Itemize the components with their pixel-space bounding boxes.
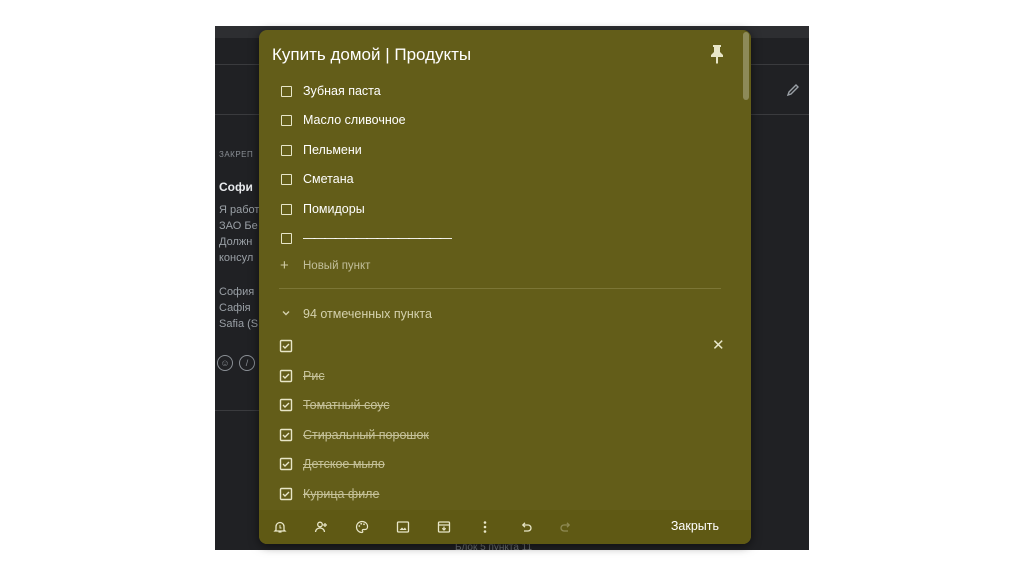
checked-list-item[interactable]: Стиральный порошок: [259, 422, 751, 450]
list-item-text[interactable]: Детское мыло: [303, 457, 385, 471]
checkbox[interactable]: [281, 115, 292, 126]
checkbox[interactable]: [281, 86, 292, 97]
background-card-name: София: [219, 286, 255, 298]
more-icon[interactable]: [478, 520, 492, 534]
chevron-down-icon: [282, 311, 290, 316]
checkbox-checked-icon[interactable]: [279, 457, 293, 471]
new-item-placeholder[interactable]: Новый пункт: [303, 260, 370, 272]
list-item[interactable]: Зубная паста: [259, 78, 751, 106]
checkbox-checked-icon[interactable]: [279, 428, 293, 442]
list-item-text[interactable]: Зубная паста: [303, 84, 381, 98]
background-card-title: Софи: [219, 180, 253, 194]
list-item[interactable]: Масло сливочное: [259, 107, 751, 135]
collaborator-icon[interactable]: [314, 520, 328, 534]
checked-list-item[interactable]: Детское мыло: [259, 451, 751, 479]
checked-list-item[interactable]: ✕: [259, 333, 751, 361]
checked-list-item[interactable]: Курица филе: [259, 481, 751, 509]
list-item-text[interactable]: Пельмени: [303, 143, 362, 157]
checkbox[interactable]: [281, 145, 292, 156]
checkbox-checked-icon[interactable]: [279, 487, 293, 501]
list-item-text[interactable]: Сметана: [303, 172, 354, 186]
palette-icon[interactable]: [355, 520, 369, 534]
note-editor-dialog: Купить домой | Продукты Зубная паста Мас…: [259, 30, 751, 544]
close-button[interactable]: Закрыть: [671, 519, 719, 533]
note-toolbar: Закрыть: [259, 510, 751, 544]
note-title[interactable]: Купить домой | Продукты: [272, 45, 471, 65]
background-card-line: консул: [219, 252, 254, 264]
checkbox[interactable]: [281, 204, 292, 215]
background-card-line: Должн: [219, 236, 253, 248]
checkbox[interactable]: [281, 174, 292, 185]
completed-items-toggle[interactable]: 94 отмеченных пункта: [259, 301, 751, 329]
emoji-icon: ☺: [217, 355, 233, 371]
image-icon[interactable]: [396, 520, 410, 534]
list-item[interactable]: Пельмени: [259, 137, 751, 165]
background-card-line: ЗАО Бе: [219, 220, 258, 232]
background-card-name: Сафія: [219, 302, 251, 314]
list-item-text[interactable]: Курица филе: [303, 487, 379, 501]
list-item-text[interactable]: ——————————————: [303, 231, 452, 245]
list-item[interactable]: ——————————————: [259, 225, 751, 253]
checkbox[interactable]: [281, 233, 292, 244]
card-divider: [215, 410, 265, 411]
new-item-row[interactable]: + Новый пункт: [259, 253, 751, 281]
completed-divider: [279, 288, 721, 289]
checkbox-checked-icon[interactable]: [279, 369, 293, 383]
label-icon: /: [239, 355, 255, 371]
brush-icon[interactable]: [785, 82, 801, 98]
checked-list-item[interactable]: Рис: [259, 363, 751, 391]
archive-icon[interactable]: [437, 520, 451, 534]
plus-icon: +: [280, 257, 289, 274]
background-card-name: Safia (S: [219, 318, 259, 330]
reminder-icon[interactable]: [273, 520, 287, 534]
list-item[interactable]: Сметана: [259, 166, 751, 194]
redo-icon[interactable]: [559, 520, 573, 534]
list-item[interactable]: Помидоры: [259, 196, 751, 224]
list-item-text[interactable]: Стиральный порошок: [303, 428, 429, 442]
pin-icon[interactable]: [709, 44, 725, 64]
undo-icon[interactable]: [519, 520, 533, 534]
close-icon[interactable]: ✕: [712, 338, 725, 353]
pinned-label: ЗАКРЕП: [219, 150, 254, 159]
background-card-line: Я работ: [219, 204, 260, 216]
list-item-text[interactable]: Томатный соус: [303, 398, 390, 412]
completed-items-label: 94 отмеченных пункта: [303, 307, 432, 321]
checkbox-checked-icon[interactable]: [279, 339, 293, 353]
checkbox-checked-icon[interactable]: [279, 398, 293, 412]
list-item-text[interactable]: Помидоры: [303, 202, 365, 216]
list-item-text[interactable]: Масло сливочное: [303, 113, 406, 127]
checked-list-item[interactable]: Томатный соус: [259, 392, 751, 420]
list-item-text[interactable]: Рис: [303, 369, 325, 383]
